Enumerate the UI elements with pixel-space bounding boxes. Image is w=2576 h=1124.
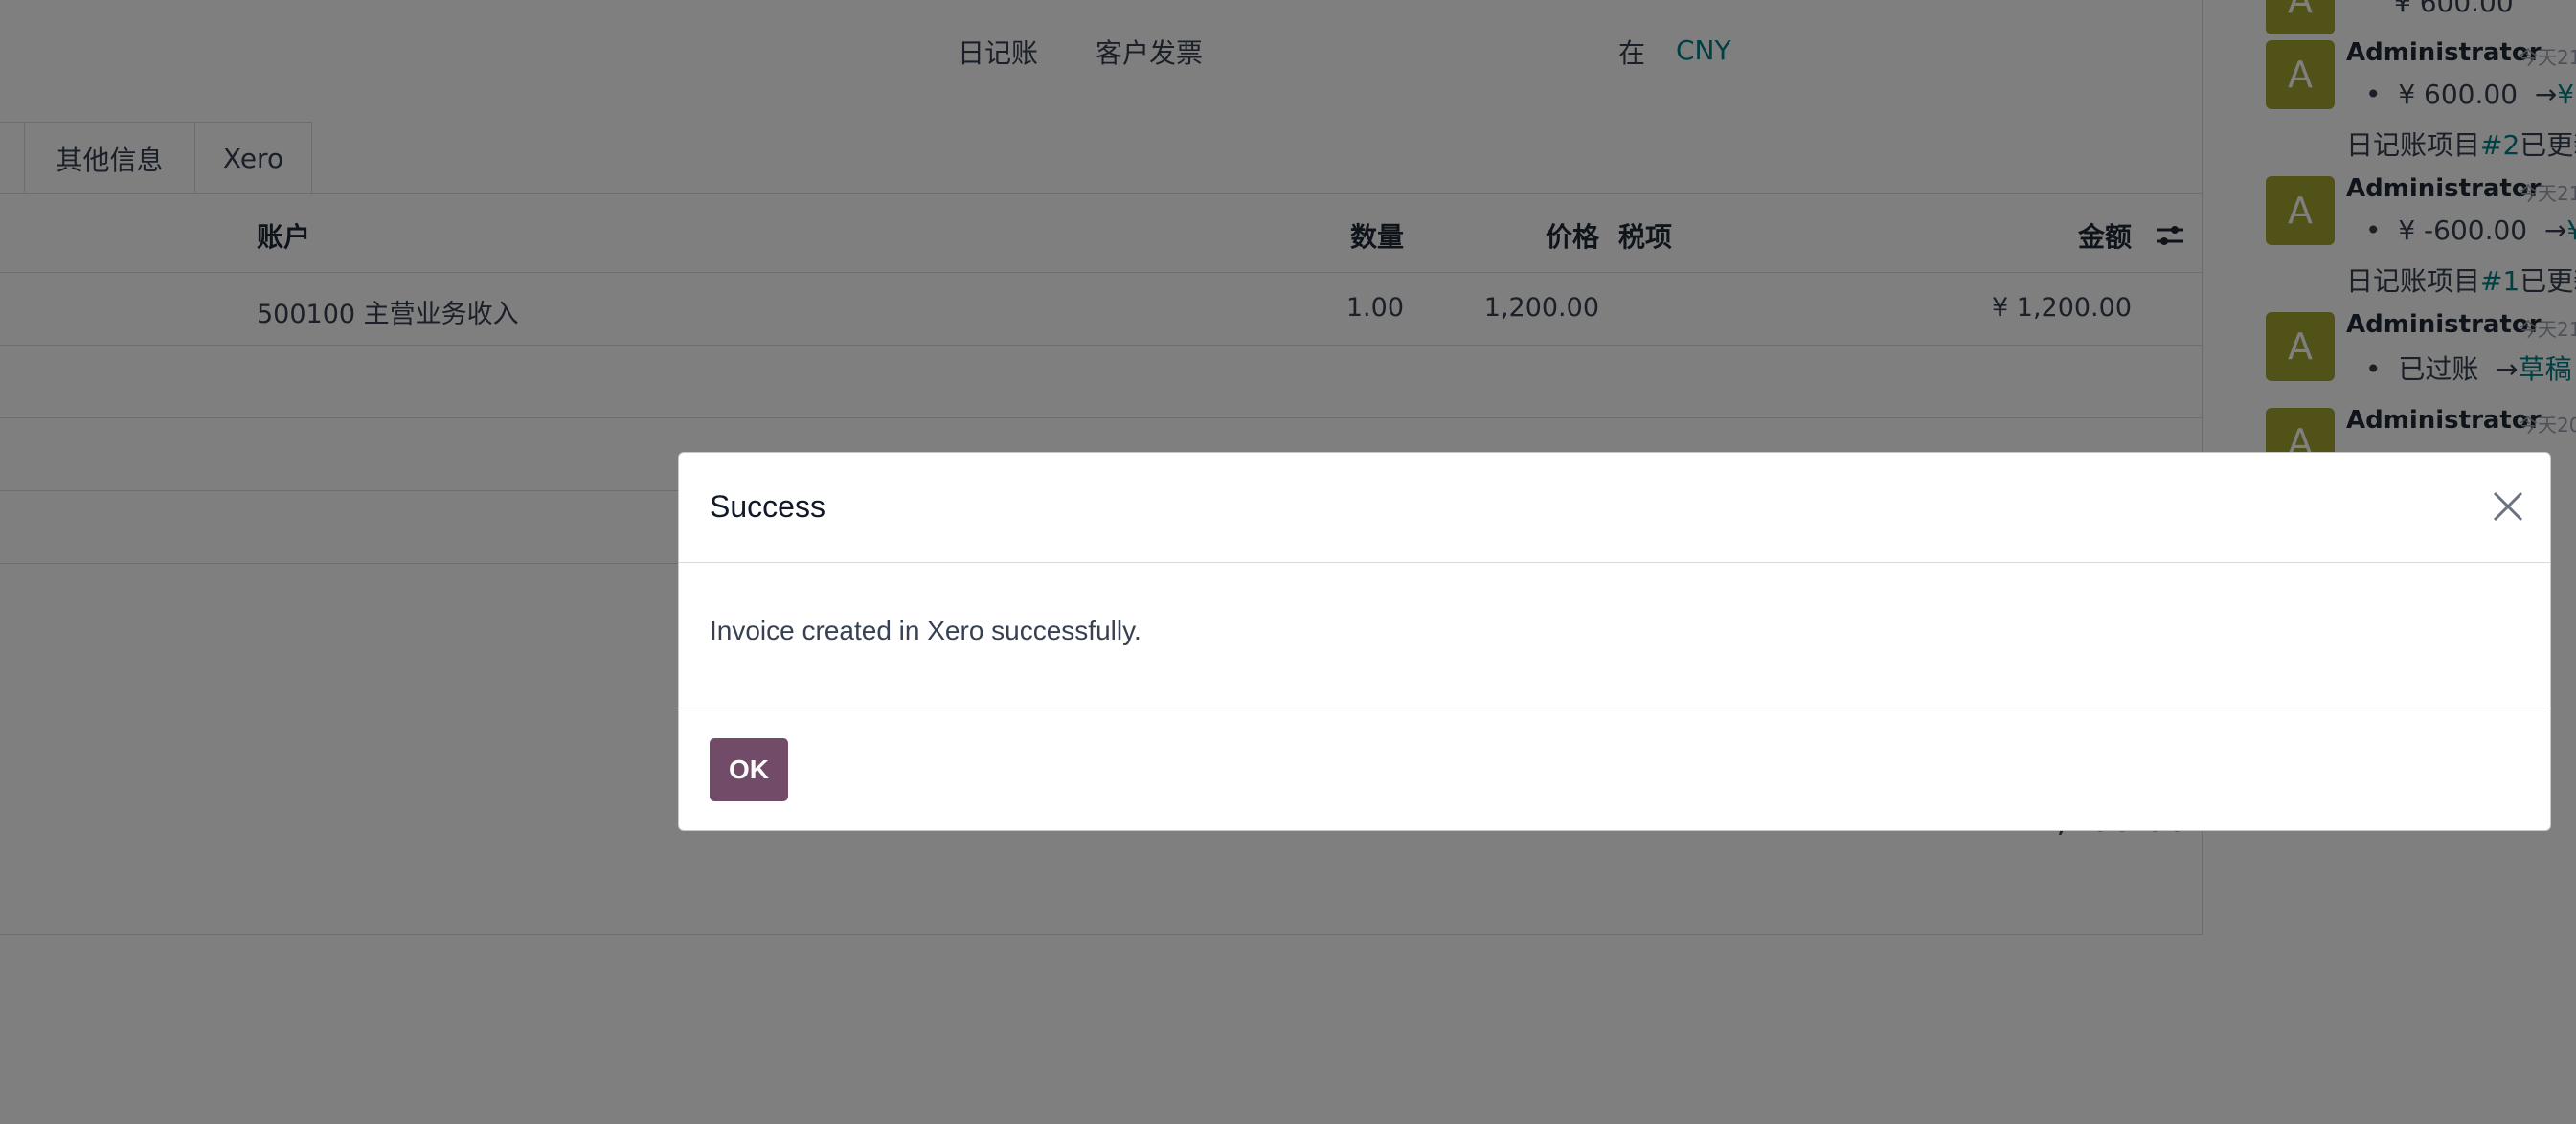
dialog-header: Success	[679, 453, 2550, 563]
ok-button[interactable]: OK	[710, 738, 788, 801]
close-icon[interactable]	[2489, 487, 2527, 526]
dialog-title: Success	[710, 489, 825, 524]
success-dialog: Success Invoice created in Xero successf…	[678, 452, 2551, 831]
dialog-message: Invoice created in Xero successfully.	[710, 616, 1141, 645]
